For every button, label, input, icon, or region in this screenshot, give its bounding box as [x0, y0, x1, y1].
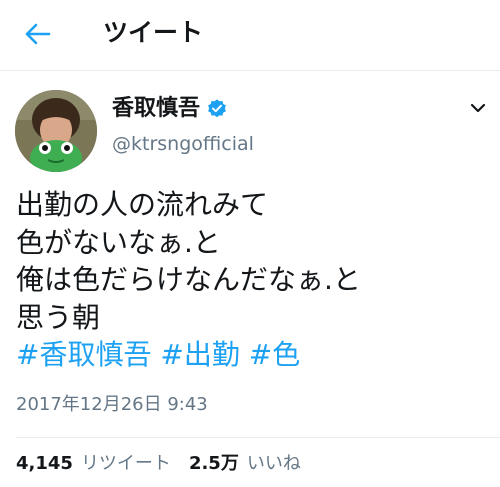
profile-photo	[15, 90, 97, 172]
hashtag-link[interactable]: #色	[249, 338, 300, 371]
tweet-line: 色がないなぁ.と	[16, 225, 221, 259]
back-button[interactable]	[22, 18, 54, 50]
tweet-stats: 4,145 リツイート 2.5万 いいね	[16, 452, 319, 476]
tweet-line: 思う朝	[16, 300, 101, 334]
tweet-timestamp[interactable]: 2017年12月26日 9:43	[16, 393, 208, 417]
arrow-left-icon	[25, 23, 51, 45]
hashtag-row: #香取慎吾 #出勤 #色	[16, 336, 486, 374]
like-label[interactable]: いいね	[247, 452, 301, 476]
display-name-text: 香取慎吾	[112, 96, 201, 121]
like-count[interactable]: 2.5万	[189, 452, 239, 476]
tweet-menu-button[interactable]	[466, 96, 490, 120]
avatar[interactable]	[15, 90, 97, 172]
verified-badge-icon	[208, 99, 226, 118]
tweet-line: 出勤の人の流れみて	[16, 188, 269, 221]
author-name[interactable]: 香取慎吾	[112, 95, 228, 123]
top-bar: ツイート	[0, 0, 500, 70]
header-divider	[0, 70, 500, 71]
retweet-label[interactable]: リツイート	[81, 452, 171, 476]
author-handle[interactable]: @ktrsngofficial	[112, 132, 254, 156]
chevron-down-icon	[470, 103, 486, 113]
retweet-count[interactable]: 4,145	[16, 452, 73, 476]
stats-divider	[16, 437, 500, 438]
hashtag-link[interactable]: #出勤	[160, 338, 239, 371]
hashtag-link[interactable]: #香取慎吾	[16, 338, 151, 371]
page-title: ツイート	[103, 18, 204, 47]
tweet-text: 出勤の人の流れみて 色がないなぁ.と 俺は色だらけなんだなぁ.と 思う朝 #香取…	[16, 186, 486, 374]
tweet-line: 俺は色だらけなんだなぁ.と	[16, 263, 361, 296]
